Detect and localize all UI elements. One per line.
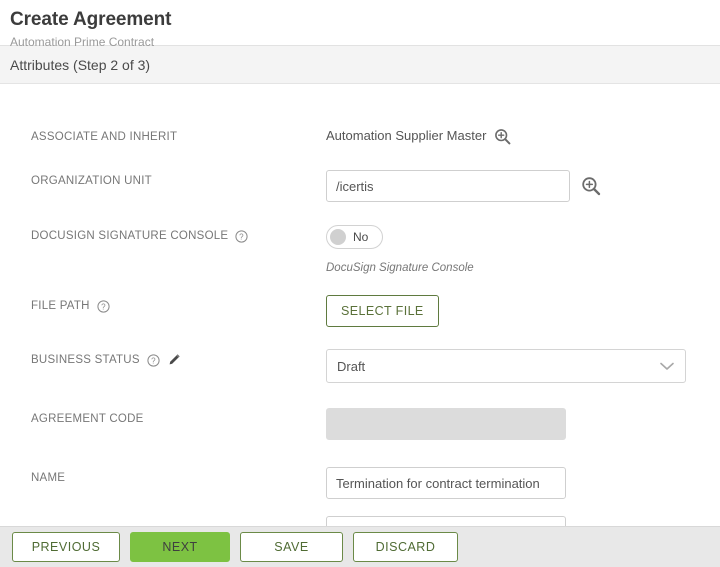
help-circle-icon[interactable]: ?	[147, 353, 160, 367]
organization-unit-label-text: ORGANIZATION UNIT	[31, 175, 152, 187]
svg-text:?: ?	[239, 232, 244, 241]
field-row-docusign-signature-console: DOCUSIGN SIGNATURE CONSOLE ? No DocuSign…	[0, 225, 720, 275]
name-label-text: NAME	[31, 472, 66, 484]
step-bar: Attributes (Step 2 of 3)	[0, 46, 720, 84]
field-control-docusign-signature-console: No DocuSign Signature Console	[326, 225, 720, 275]
magnifier-plus-icon[interactable]	[494, 128, 511, 145]
business-status-value: Draft	[337, 358, 366, 374]
docusign-signature-console-toggle[interactable]: No	[326, 225, 383, 249]
field-label-name: NAME	[31, 467, 326, 485]
attributes-form: ASSOCIATE AND INHERIT Automation Supplie…	[0, 86, 720, 526]
partial-cutoff-input[interactable]	[326, 516, 566, 526]
associate-and-inherit-label-text: ASSOCIATE AND INHERIT	[31, 131, 178, 143]
field-label-agreement-code: AGREEMENT CODE	[31, 408, 326, 426]
discard-button[interactable]: DISCARD	[353, 532, 458, 562]
footer-action-bar: PREVIOUS NEXT SAVE DISCARD	[0, 526, 720, 567]
toggle-knob	[330, 229, 346, 245]
help-circle-icon[interactable]: ?	[235, 229, 248, 243]
docusign-signature-console-label-text: DOCUSIGN SIGNATURE CONSOLE	[31, 230, 229, 242]
field-label-docusign-signature-console: DOCUSIGN SIGNATURE CONSOLE ?	[31, 225, 326, 243]
business-status-dropdown[interactable]: Draft	[326, 349, 686, 383]
docusign-signature-console-hint: DocuSign Signature Console	[326, 262, 474, 274]
field-label-organization-unit: ORGANIZATION UNIT	[31, 170, 326, 188]
page-header: Create Agreement Automation Prime Contra…	[0, 0, 720, 49]
svg-text:?: ?	[101, 302, 106, 311]
file-path-label-text: FILE PATH	[31, 300, 90, 312]
field-row-business-status: BUSINESS STATUS ? Draft	[0, 349, 720, 383]
docusign-toggle-value: No	[353, 230, 369, 244]
field-control-agreement-code	[326, 408, 720, 440]
field-control-file-path: SELECT FILE	[326, 295, 720, 327]
field-label-partial-cutoff	[31, 516, 326, 520]
chevron-down-icon	[660, 362, 674, 371]
name-input[interactable]	[326, 467, 566, 499]
field-row-agreement-code: AGREEMENT CODE	[0, 408, 720, 440]
agreement-code-label-text: AGREEMENT CODE	[31, 413, 144, 425]
page-title: Create Agreement	[10, 9, 172, 30]
agreement-code-input	[326, 408, 566, 440]
field-label-file-path: FILE PATH ?	[31, 295, 326, 313]
svg-text:?: ?	[151, 356, 156, 365]
next-button[interactable]: NEXT	[130, 532, 230, 562]
field-label-associate-and-inherit: ASSOCIATE AND INHERIT	[31, 126, 326, 144]
save-button[interactable]: SAVE	[240, 532, 343, 562]
step-bar-label: Attributes (Step 2 of 3)	[10, 56, 151, 73]
field-control-name	[326, 467, 720, 499]
magnifier-plus-icon[interactable]	[581, 176, 601, 196]
pencil-icon[interactable]	[167, 353, 181, 367]
field-row-organization-unit: ORGANIZATION UNIT	[0, 170, 720, 202]
field-control-organization-unit	[326, 170, 720, 202]
associate-and-inherit-value: Automation Supplier Master	[326, 128, 487, 143]
field-control-business-status: Draft	[326, 349, 720, 383]
field-row-partial-cutoff	[0, 516, 720, 526]
field-control-associate-and-inherit: Automation Supplier Master	[326, 126, 720, 145]
field-control-partial-cutoff	[326, 516, 720, 526]
field-row-file-path: FILE PATH ? SELECT FILE	[0, 295, 720, 327]
field-row-associate-and-inherit: ASSOCIATE AND INHERIT Automation Supplie…	[0, 126, 720, 145]
business-status-label-text: BUSINESS STATUS	[31, 354, 140, 366]
field-row-name: NAME	[0, 467, 720, 499]
help-circle-icon[interactable]: ?	[97, 299, 110, 313]
field-label-business-status: BUSINESS STATUS ?	[31, 349, 326, 367]
organization-unit-input[interactable]	[326, 170, 570, 202]
previous-button[interactable]: PREVIOUS	[12, 532, 120, 562]
select-file-button[interactable]: SELECT FILE	[326, 295, 439, 327]
